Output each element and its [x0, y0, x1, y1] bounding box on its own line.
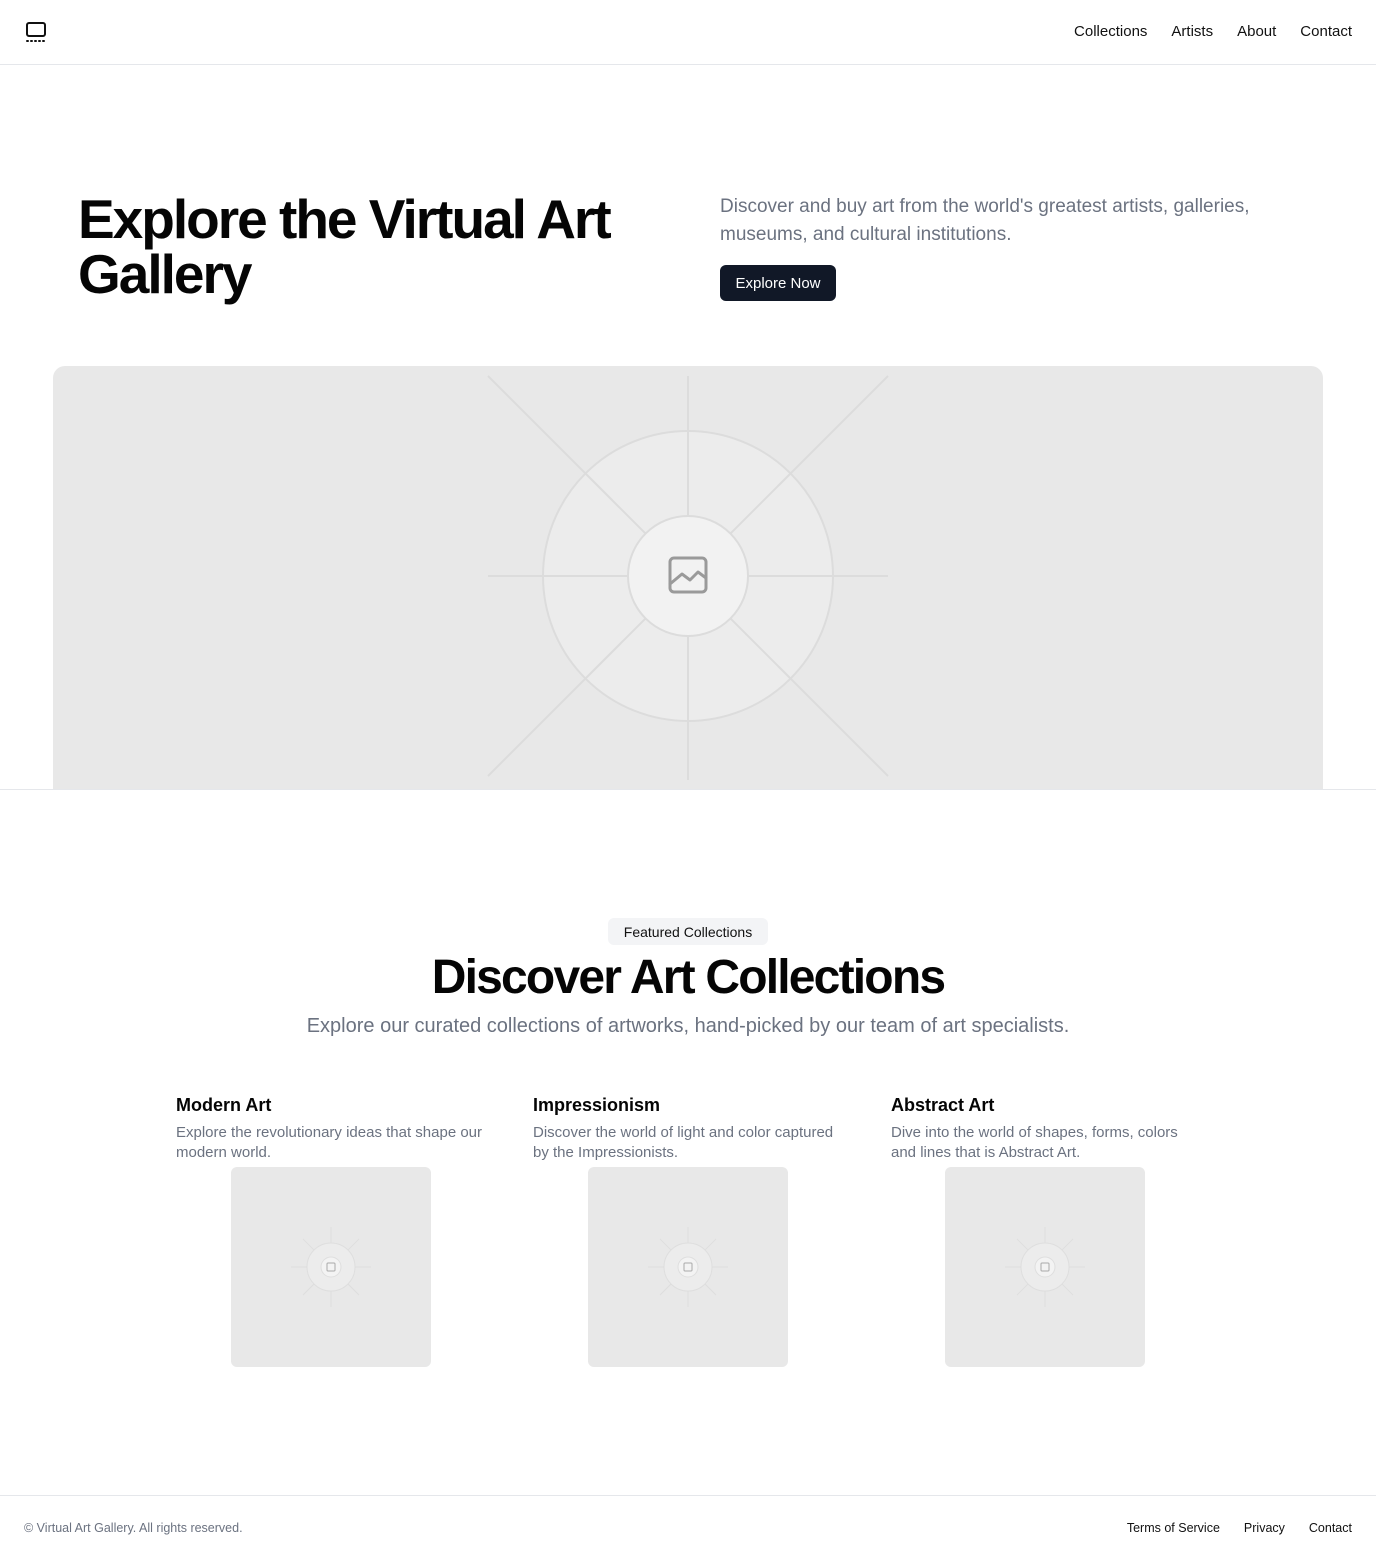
- image-placeholder-icon: [487, 375, 889, 780]
- footer-link-privacy[interactable]: Privacy: [1244, 1521, 1285, 1535]
- footer-link-contact[interactable]: Contact: [1309, 1521, 1352, 1535]
- site-footer: © Virtual Art Gallery. All rights reserv…: [0, 1495, 1376, 1560]
- nav-collections[interactable]: Collections: [1074, 22, 1147, 42]
- card-description: Explore the revolutionary ideas that sha…: [176, 1124, 483, 1161]
- collection-card-modern-art[interactable]: Modern Art Explore the revolutionary ide…: [176, 1093, 496, 1163]
- card-image-abstract-art[interactable]: [945, 1167, 1145, 1367]
- nav-contact[interactable]: Contact: [1300, 22, 1352, 42]
- card-image-modern-art[interactable]: [231, 1167, 431, 1367]
- hero-description: Discover and buy art from the world's gr…: [720, 196, 1250, 245]
- image-placeholder-icon: [291, 1227, 371, 1307]
- main-nav: Collections Artists About Contact: [1074, 22, 1352, 42]
- footer-link-terms[interactable]: Terms of Service: [1127, 1521, 1220, 1535]
- collection-card-impressionism[interactable]: Impressionism Discover the world of ligh…: [533, 1093, 853, 1163]
- hero-title: Explore the Virtual Art Gallery: [78, 188, 612, 305]
- site-header: Collections Artists About Contact: [0, 0, 1376, 65]
- hero-image-placeholder: [53, 366, 1323, 790]
- featured-badge: Featured Collections: [608, 918, 768, 945]
- section-title: Discover Art Collections: [431, 951, 946, 1004]
- card-description: Dive into the world of shapes, forms, co…: [891, 1124, 1178, 1161]
- footer-nav: Terms of Service Privacy Contact: [1127, 1521, 1352, 1535]
- explore-now-button[interactable]: Explore Now: [720, 265, 836, 301]
- nav-about[interactable]: About: [1237, 22, 1276, 42]
- card-image-impressionism[interactable]: [588, 1167, 788, 1367]
- card-title: Impressionism: [533, 1095, 661, 1115]
- collection-card-abstract-art[interactable]: Abstract Art Dive into the world of shap…: [891, 1093, 1211, 1163]
- copyright-text: © Virtual Art Gallery. All rights reserv…: [24, 1521, 243, 1535]
- card-title: Abstract Art: [891, 1095, 995, 1115]
- image-placeholder-icon: [648, 1227, 728, 1307]
- nav-artists[interactable]: Artists: [1171, 22, 1213, 42]
- section-subtitle: Explore our curated collections of artwo…: [306, 1015, 1070, 1037]
- gallery-icon[interactable]: [24, 20, 48, 44]
- section-divider: [0, 789, 1376, 790]
- card-description: Discover the world of light and color ca…: [533, 1124, 834, 1161]
- image-placeholder-icon: [1005, 1227, 1085, 1307]
- card-title: Modern Art: [176, 1095, 272, 1115]
